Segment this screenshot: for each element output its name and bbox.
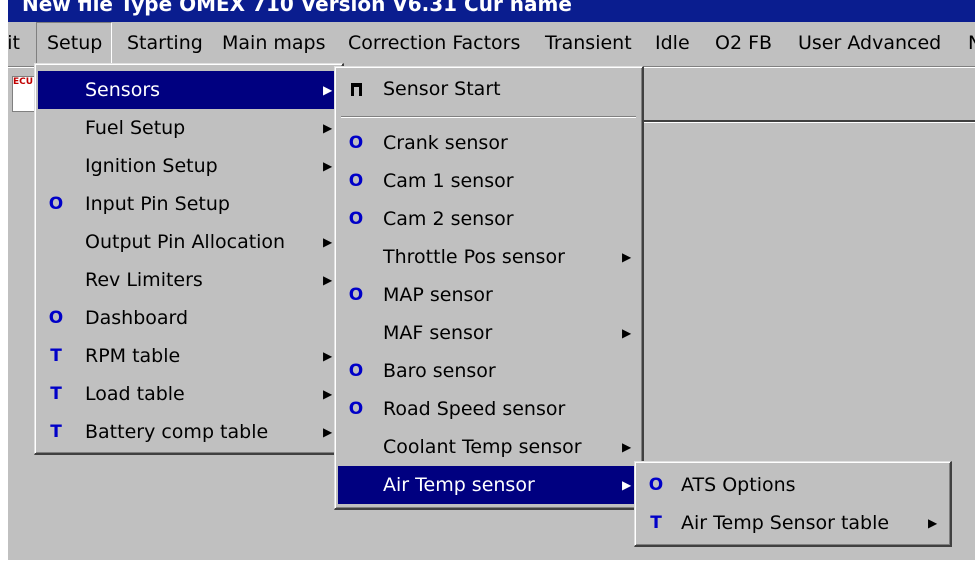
menu-item-label: Dashboard bbox=[85, 307, 189, 329]
menu-bar: lit Setup Starting Main maps Correction … bbox=[8, 22, 975, 64]
menu-idle[interactable]: Idle bbox=[655, 22, 690, 64]
menu-item-label: MAP sensor bbox=[383, 284, 493, 306]
menu-setup[interactable]: Setup bbox=[36, 22, 112, 64]
submenu-arrow-icon: ▶ bbox=[323, 159, 333, 173]
menu-item-label: RPM table bbox=[85, 345, 181, 367]
submenu-arrow-icon: ▶ bbox=[622, 478, 632, 492]
menu-item-cam2-sensor[interactable]: O Cam 2 sensor bbox=[338, 200, 639, 238]
menu-item-sensors[interactable]: Sensors ▶ bbox=[38, 71, 339, 109]
menu-item-label: Sensor Start bbox=[383, 78, 501, 100]
submenu-arrow-icon: ▶ bbox=[323, 121, 333, 135]
menu-item-air-temp-sensor[interactable]: Air Temp sensor ▶ bbox=[338, 466, 639, 504]
menu-correction-factors[interactable]: Correction Factors bbox=[348, 22, 520, 64]
option-icon: O bbox=[648, 475, 664, 495]
menu-item-baro-sensor[interactable]: O Baro sensor bbox=[338, 352, 639, 390]
option-icon: O bbox=[348, 399, 364, 419]
app-window: New file Type OMEX 710 Version V6.31 Cur… bbox=[8, 0, 975, 560]
menu-item-label: Battery comp table bbox=[85, 421, 269, 443]
option-icon: O bbox=[348, 171, 364, 191]
menu-item-coolant-temp-sensor[interactable]: Coolant Temp sensor ▶ bbox=[338, 428, 639, 466]
toolbar-icon-text: ECU bbox=[13, 77, 34, 87]
submenu-arrow-icon: ▶ bbox=[323, 83, 333, 97]
menu-item-maf-sensor[interactable]: MAF sensor ▶ bbox=[338, 314, 639, 352]
menu-item-label: Rev Limiters bbox=[85, 269, 203, 291]
menu-o2-fb[interactable]: O2 FB bbox=[715, 22, 772, 64]
menu-item-label: Cam 1 sensor bbox=[383, 170, 514, 192]
table-icon: T bbox=[50, 346, 62, 366]
menu-edit[interactable]: lit bbox=[8, 22, 20, 64]
sensors-submenu: Sensor Start O Crank sensor O Cam 1 sens… bbox=[334, 66, 644, 510]
menu-item-ignition-setup[interactable]: Ignition Setup ▶ bbox=[38, 147, 339, 185]
menu-item-rev-limiters[interactable]: Rev Limiters ▶ bbox=[38, 261, 339, 299]
menu-user-advanced[interactable]: User Advanced bbox=[798, 22, 941, 64]
submenu-arrow-icon: ▶ bbox=[323, 387, 333, 401]
menu-item-label: Input Pin Setup bbox=[85, 193, 230, 215]
option-icon: O bbox=[48, 308, 64, 328]
toolbar-divider-lower bbox=[608, 120, 975, 123]
menu-item-label: Sensors bbox=[85, 79, 161, 101]
menu-item-map-sensor[interactable]: O MAP sensor bbox=[338, 276, 639, 314]
menu-item-label: Crank sensor bbox=[383, 132, 508, 154]
menu-overflow[interactable]: N bbox=[968, 22, 975, 64]
menu-starting[interactable]: Starting bbox=[127, 22, 203, 64]
menu-item-label: Air Temp Sensor table bbox=[681, 512, 890, 534]
menu-item-cam1-sensor[interactable]: O Cam 1 sensor bbox=[338, 162, 639, 200]
menu-item-crank-sensor[interactable]: O Crank sensor bbox=[338, 124, 639, 162]
submenu-arrow-icon: ▶ bbox=[622, 440, 632, 454]
air-temp-submenu: O ATS Options T Air Temp Sensor table ▶ bbox=[634, 461, 952, 547]
submenu-arrow-icon: ▶ bbox=[928, 516, 938, 530]
submenu-arrow-icon: ▶ bbox=[323, 425, 333, 439]
menu-item-label: Load table bbox=[85, 383, 185, 405]
menu-item-battery-comp-table[interactable]: T Battery comp table ▶ bbox=[38, 413, 339, 451]
menu-item-label: Fuel Setup bbox=[85, 117, 186, 139]
menu-separator bbox=[341, 116, 636, 118]
option-icon: O bbox=[48, 194, 64, 214]
menu-item-rpm-table[interactable]: T RPM table ▶ bbox=[38, 337, 339, 375]
tee-icon bbox=[346, 70, 366, 108]
menu-item-label: Coolant Temp sensor bbox=[383, 436, 582, 458]
option-icon: O bbox=[348, 285, 364, 305]
menu-item-label: Cam 2 sensor bbox=[383, 208, 514, 230]
submenu-arrow-icon: ▶ bbox=[323, 349, 333, 363]
menu-main-maps[interactable]: Main maps bbox=[222, 22, 326, 64]
menu-item-air-temp-sensor-table[interactable]: T Air Temp Sensor table ▶ bbox=[638, 504, 947, 542]
menu-item-label: Air Temp sensor bbox=[383, 474, 535, 496]
option-icon: O bbox=[348, 361, 364, 381]
menu-item-sensor-start[interactable]: Sensor Start bbox=[338, 70, 639, 108]
menu-item-throttle-pos-sensor[interactable]: Throttle Pos sensor ▶ bbox=[338, 238, 639, 276]
option-icon: O bbox=[348, 133, 364, 153]
title-bar: New file Type OMEX 710 Version V6.31 Cur… bbox=[8, 0, 975, 22]
menu-item-road-speed-sensor[interactable]: O Road Speed sensor bbox=[338, 390, 639, 428]
menu-item-output-pin-allocation[interactable]: Output Pin Allocation ▶ bbox=[38, 223, 339, 261]
submenu-arrow-icon: ▶ bbox=[622, 250, 632, 264]
menu-item-input-pin-setup[interactable]: O Input Pin Setup bbox=[38, 185, 339, 223]
option-icon: O bbox=[348, 209, 364, 229]
table-icon: T bbox=[50, 422, 62, 442]
menu-transient[interactable]: Transient bbox=[545, 22, 632, 64]
menu-item-ats-options[interactable]: O ATS Options bbox=[638, 466, 947, 504]
submenu-arrow-icon: ▶ bbox=[622, 326, 632, 340]
menu-item-label: Baro sensor bbox=[383, 360, 496, 382]
menu-item-label: Ignition Setup bbox=[85, 155, 218, 177]
menu-item-dashboard[interactable]: O Dashboard bbox=[38, 299, 339, 337]
menu-item-label: Throttle Pos sensor bbox=[383, 246, 565, 268]
menu-item-label: MAF sensor bbox=[383, 322, 493, 344]
submenu-arrow-icon: ▶ bbox=[323, 235, 333, 249]
menu-item-load-table[interactable]: T Load table ▶ bbox=[38, 375, 339, 413]
setup-menu: Sensors ▶ Fuel Setup ▶ Ignition Setup ▶ … bbox=[34, 63, 344, 455]
menu-item-label: Road Speed sensor bbox=[383, 398, 566, 420]
table-icon: T bbox=[650, 513, 662, 533]
table-icon: T bbox=[50, 384, 62, 404]
menu-item-fuel-setup[interactable]: Fuel Setup ▶ bbox=[38, 109, 339, 147]
submenu-arrow-icon: ▶ bbox=[323, 273, 333, 287]
menu-item-label: ATS Options bbox=[681, 474, 796, 496]
menu-item-label: Output Pin Allocation bbox=[85, 231, 286, 253]
